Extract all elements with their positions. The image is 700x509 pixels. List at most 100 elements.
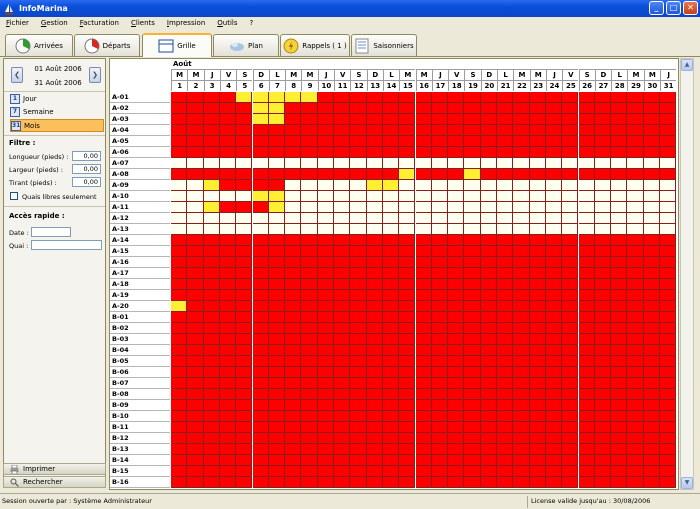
dock-day-cell[interactable] bbox=[415, 345, 432, 356]
dock-day-cell[interactable] bbox=[285, 147, 302, 158]
dock-day-cell[interactable] bbox=[382, 422, 400, 433]
dock-day-cell[interactable] bbox=[301, 400, 318, 411]
dock-row-label[interactable]: A-02 bbox=[110, 103, 170, 114]
dock-day-cell[interactable] bbox=[219, 257, 237, 268]
dock-day-cell[interactable] bbox=[350, 180, 367, 191]
dock-row-label[interactable]: B-07 bbox=[110, 378, 170, 389]
dock-day-cell[interactable] bbox=[643, 433, 660, 444]
dock-day-cell[interactable] bbox=[187, 246, 204, 257]
dock-day-cell[interactable] bbox=[660, 235, 677, 246]
dock-day-cell[interactable] bbox=[399, 367, 416, 378]
dock-day-cell[interactable] bbox=[382, 279, 400, 290]
dock-day-cell[interactable] bbox=[431, 301, 449, 312]
dock-day-cell[interactable] bbox=[415, 290, 432, 301]
dock-day-cell[interactable] bbox=[399, 433, 416, 444]
dock-day-cell[interactable] bbox=[171, 389, 188, 400]
dock-day-cell[interactable] bbox=[252, 136, 269, 147]
dock-day-cell[interactable] bbox=[611, 235, 628, 246]
dock-row-label[interactable]: A-03 bbox=[110, 114, 170, 125]
day-header[interactable]: 16 bbox=[415, 80, 432, 91]
dock-day-cell[interactable] bbox=[382, 158, 400, 169]
dock-day-cell[interactable] bbox=[382, 323, 400, 334]
dock-day-cell[interactable] bbox=[448, 455, 465, 466]
dock-day-cell[interactable] bbox=[497, 290, 514, 301]
dock-day-cell[interactable] bbox=[350, 191, 367, 202]
dock-day-cell[interactable] bbox=[513, 422, 530, 433]
dock-day-cell[interactable] bbox=[366, 180, 383, 191]
dock-day-cell[interactable] bbox=[415, 125, 432, 136]
dock-day-cell[interactable] bbox=[236, 235, 253, 246]
dock-day-cell[interactable] bbox=[643, 323, 660, 334]
dock-day-cell[interactable] bbox=[464, 290, 481, 301]
dock-day-cell[interactable] bbox=[611, 356, 628, 367]
dock-day-cell[interactable] bbox=[643, 246, 660, 257]
dock-day-cell[interactable] bbox=[627, 191, 644, 202]
dock-day-cell[interactable] bbox=[578, 213, 595, 224]
dock-day-cell[interactable] bbox=[627, 444, 644, 455]
dock-day-cell[interactable] bbox=[513, 257, 530, 268]
dock-day-cell[interactable] bbox=[334, 202, 351, 213]
dock-day-cell[interactable] bbox=[382, 367, 400, 378]
dock-day-cell[interactable] bbox=[366, 411, 383, 422]
dock-day-cell[interactable] bbox=[285, 323, 302, 334]
dock-day-cell[interactable] bbox=[187, 389, 204, 400]
dock-day-cell[interactable] bbox=[545, 147, 563, 158]
dock-day-cell[interactable] bbox=[366, 290, 383, 301]
dock-day-cell[interactable] bbox=[594, 136, 612, 147]
dock-day-cell[interactable] bbox=[219, 224, 237, 235]
dock-day-cell[interactable] bbox=[529, 213, 546, 224]
dock-day-cell[interactable] bbox=[252, 389, 269, 400]
dock-day-cell[interactable] bbox=[529, 477, 546, 488]
day-header[interactable]: 7 bbox=[268, 80, 286, 91]
dock-day-cell[interactable] bbox=[594, 224, 612, 235]
dock-day-cell[interactable] bbox=[529, 246, 546, 257]
dock-day-cell[interactable] bbox=[529, 455, 546, 466]
dock-day-cell[interactable] bbox=[236, 92, 253, 103]
dock-day-cell[interactable] bbox=[171, 455, 188, 466]
day-header[interactable]: 9 bbox=[301, 80, 318, 91]
dock-day-cell[interactable] bbox=[236, 114, 253, 125]
close-button[interactable]: ✕ bbox=[683, 1, 698, 15]
view-mois[interactable]: 31 Mois bbox=[10, 119, 104, 132]
dock-day-cell[interactable] bbox=[399, 103, 416, 114]
dock-day-cell[interactable] bbox=[301, 224, 318, 235]
dock-day-cell[interactable] bbox=[545, 125, 563, 136]
dock-day-cell[interactable] bbox=[285, 455, 302, 466]
dock-day-cell[interactable] bbox=[285, 290, 302, 301]
dock-day-cell[interactable] bbox=[480, 455, 497, 466]
dock-day-cell[interactable] bbox=[578, 191, 595, 202]
dock-day-cell[interactable] bbox=[252, 246, 269, 257]
dock-day-cell[interactable] bbox=[431, 246, 449, 257]
dock-day-cell[interactable] bbox=[643, 301, 660, 312]
dock-day-cell[interactable] bbox=[219, 301, 237, 312]
dock-day-cell[interactable] bbox=[448, 103, 465, 114]
dock-day-cell[interactable] bbox=[171, 400, 188, 411]
dock-day-cell[interactable] bbox=[399, 378, 416, 389]
dock-day-cell[interactable] bbox=[611, 334, 628, 345]
dock-day-cell[interactable] bbox=[545, 114, 563, 125]
dock-day-cell[interactable] bbox=[627, 290, 644, 301]
dock-day-cell[interactable] bbox=[464, 158, 481, 169]
dock-day-cell[interactable] bbox=[203, 279, 220, 290]
dock-day-cell[interactable] bbox=[301, 411, 318, 422]
dock-day-cell[interactable] bbox=[578, 389, 595, 400]
dock-day-cell[interactable] bbox=[236, 125, 253, 136]
dock-day-cell[interactable] bbox=[529, 301, 546, 312]
dock-day-cell[interactable] bbox=[643, 444, 660, 455]
dock-day-cell[interactable] bbox=[545, 323, 563, 334]
dock-day-cell[interactable] bbox=[366, 92, 383, 103]
dock-day-cell[interactable] bbox=[562, 246, 579, 257]
dock-day-cell[interactable] bbox=[448, 235, 465, 246]
dock-day-cell[interactable] bbox=[627, 334, 644, 345]
dock-day-cell[interactable] bbox=[252, 114, 269, 125]
dock-day-cell[interactable] bbox=[171, 290, 188, 301]
dock-day-cell[interactable] bbox=[317, 411, 334, 422]
dock-day-cell[interactable] bbox=[415, 455, 432, 466]
dock-day-cell[interactable] bbox=[350, 246, 367, 257]
dock-day-cell[interactable] bbox=[448, 444, 465, 455]
dock-day-cell[interactable] bbox=[545, 389, 563, 400]
dock-day-cell[interactable] bbox=[252, 103, 269, 114]
dock-day-cell[interactable] bbox=[171, 345, 188, 356]
dock-day-cell[interactable] bbox=[431, 191, 449, 202]
dock-day-cell[interactable] bbox=[350, 411, 367, 422]
